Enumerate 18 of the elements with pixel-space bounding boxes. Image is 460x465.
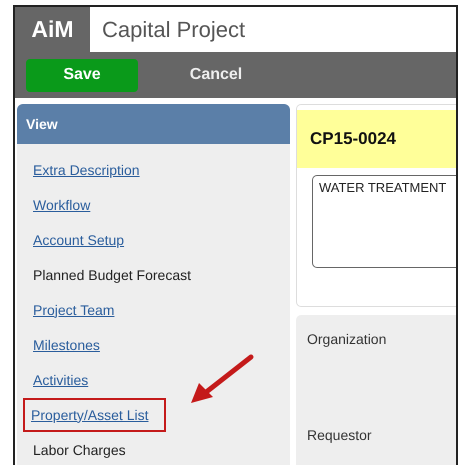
sidebar-link[interactable]: Activities bbox=[25, 372, 88, 388]
sidebar-link[interactable]: Workflow bbox=[25, 196, 90, 212]
sidebar-link[interactable]: Account Setup bbox=[25, 232, 124, 248]
record-id: CP15-0024 bbox=[297, 110, 456, 168]
sidebar-link[interactable]: Project Team bbox=[25, 302, 114, 318]
page-title: Capital Project bbox=[90, 7, 456, 52]
sidebar-link[interactable]: Extra Description bbox=[25, 162, 140, 178]
sidebar-item[interactable]: Labor Charges bbox=[25, 442, 126, 458]
field-label: Requestor bbox=[307, 427, 373, 443]
cancel-button[interactable]: Cancel bbox=[160, 58, 272, 92]
sidebar-link[interactable]: Property/Asset List bbox=[23, 398, 166, 432]
field-label: Organization bbox=[307, 331, 388, 347]
annotation-arrow bbox=[189, 353, 255, 405]
sidebar-link[interactable]: Milestones bbox=[25, 336, 100, 352]
description-field[interactable]: WATER TREATMENT bbox=[312, 175, 456, 268]
sidebar-item[interactable]: Planned Budget Forecast bbox=[25, 266, 191, 282]
save-button[interactable]: Save bbox=[26, 58, 138, 92]
sidebar-header: View bbox=[17, 104, 290, 144]
